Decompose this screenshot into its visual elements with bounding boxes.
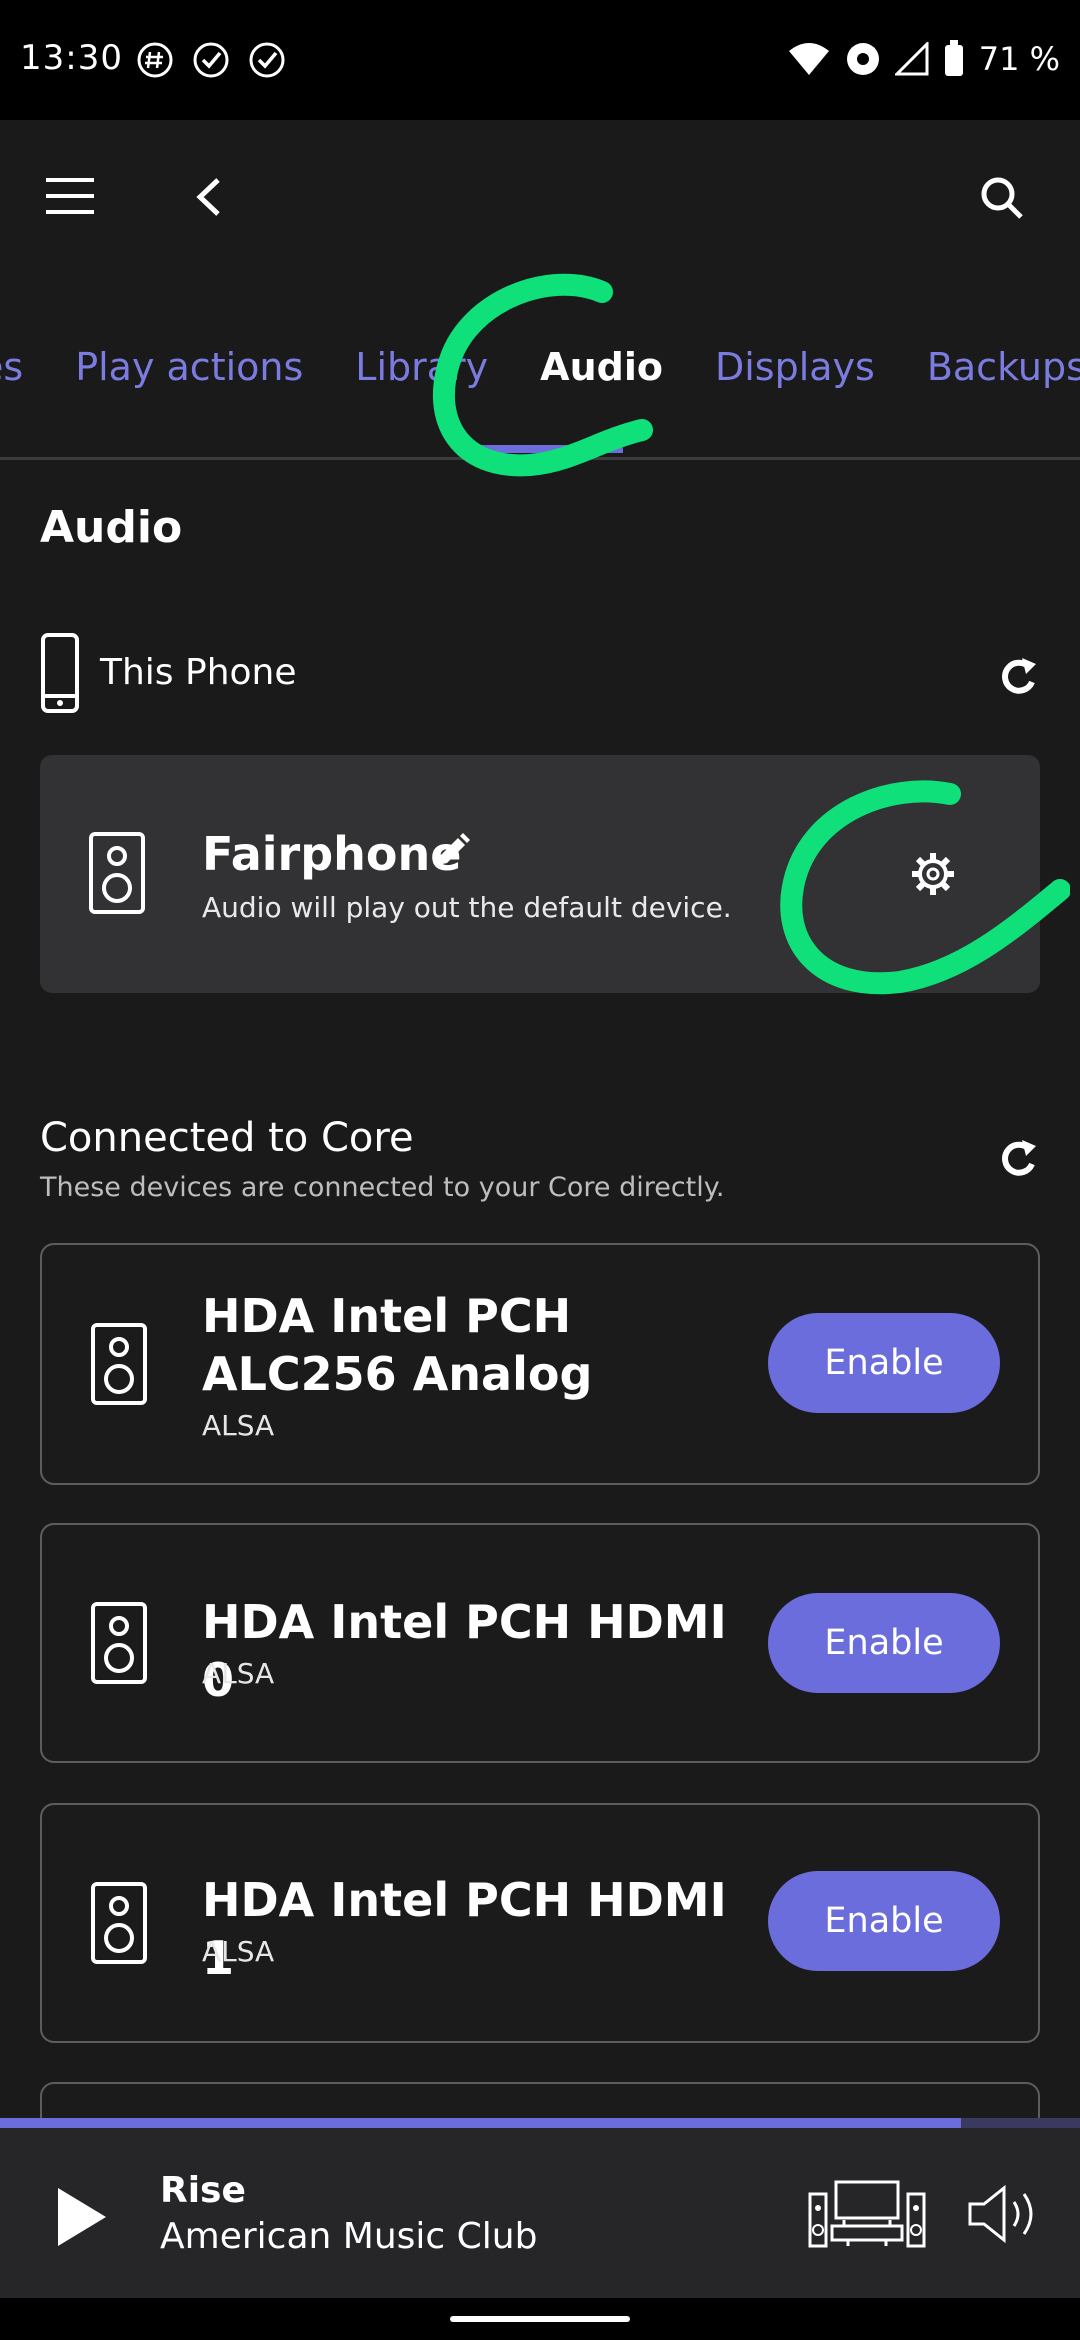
page-title: Audio: [40, 502, 183, 553]
home-gesture-pill[interactable]: [450, 2316, 630, 2322]
check-circle-icon: [193, 42, 229, 78]
this-phone-header: This Phone: [40, 632, 1040, 722]
edit-pencil-icon[interactable]: [432, 831, 472, 871]
volume-icon[interactable]: [966, 2182, 1042, 2246]
device-subtitle: Audio will play out the default device.: [202, 891, 732, 924]
vibrate-icon: [846, 43, 879, 75]
device-type: ALSA: [202, 1409, 275, 1442]
device-type: ALSA: [202, 1657, 275, 1690]
tab-displays[interactable]: Displays: [715, 345, 875, 389]
playback-progress-fill: [0, 2118, 962, 2128]
signal-icon: [894, 42, 929, 76]
device-name: HDA Intel PCH ALC256 Analog: [202, 1289, 593, 1401]
device-card: HDA Intel PCH HDMI 0 ALSA Enable: [40, 1523, 1040, 1763]
tab-play-actions[interactable]: Play actions: [75, 345, 303, 389]
tab-partial-left[interactable]: es: [0, 345, 23, 389]
device-type: ALSA: [202, 1935, 275, 1968]
speaker-icon: [89, 832, 145, 914]
connected-section-subtitle: These devices are connected to your Core…: [40, 1172, 725, 1203]
connected-section-title: Connected to Core: [40, 1115, 414, 1161]
enable-button[interactable]: Enable: [768, 1313, 1000, 1413]
search-icon[interactable]: [980, 176, 1024, 220]
status-notification-icons: [135, 40, 287, 80]
now-playing-bar[interactable]: Rise American Music Club: [0, 2128, 1080, 2298]
gear-icon[interactable]: [910, 851, 956, 897]
status-time: 13:30: [20, 38, 123, 78]
device-name: Fairphone: [202, 827, 462, 881]
speaker-icon: [91, 1323, 147, 1405]
device-card: HDA Intel PCH HDMI 1 ALSA Enable: [40, 1803, 1040, 2043]
enable-button[interactable]: Enable: [768, 1871, 1000, 1971]
refresh-icon[interactable]: [996, 1136, 1040, 1180]
refresh-icon[interactable]: [996, 654, 1040, 698]
speaker-icon: [91, 1602, 147, 1684]
tab-backups[interactable]: Backups: [927, 345, 1080, 389]
hash-notification-icon: [137, 42, 173, 78]
tab-library[interactable]: Library: [355, 345, 488, 389]
battery-percent: 71 %: [978, 40, 1060, 78]
device-name: HDA Intel PCH HDMI 1: [202, 1873, 727, 1985]
settings-tabs: es Play actions Library Audio Displays B…: [0, 335, 1080, 460]
active-tab-indicator: [468, 445, 623, 453]
menu-icon[interactable]: [46, 176, 94, 216]
status-bar: 13:30 71 %: [0, 0, 1080, 120]
zone-device-icon[interactable]: [808, 2180, 926, 2250]
device-name: HDA Intel PCH HDMI 0: [202, 1595, 727, 1707]
this-phone-label: This Phone: [100, 652, 297, 693]
fairphone-device-card[interactable]: Fairphone Audio will play out the defaul…: [40, 755, 1040, 993]
phone-icon: [41, 633, 79, 713]
check-circle-icon: [249, 42, 285, 78]
track-artist: American Music Club: [160, 2216, 538, 2257]
enable-button[interactable]: Enable: [768, 1593, 1000, 1693]
track-title: Rise: [160, 2170, 246, 2211]
wifi-icon: [788, 43, 829, 75]
status-system-icons: 71 %: [787, 40, 1060, 78]
speaker-icon: [91, 1882, 147, 1964]
device-card: HDA Intel PCH ALC256 Analog ALSA Enable: [40, 1243, 1040, 1485]
app-bar: [0, 120, 1080, 280]
tabs-track: es Play actions Library Audio Displays B…: [0, 345, 1080, 389]
play-icon[interactable]: [56, 2186, 108, 2248]
system-nav-bar: [0, 2298, 1080, 2340]
battery-icon: [944, 40, 963, 76]
playback-progress[interactable]: [0, 2118, 1080, 2128]
tab-audio[interactable]: Audio: [540, 345, 663, 389]
back-icon[interactable]: [194, 176, 224, 218]
